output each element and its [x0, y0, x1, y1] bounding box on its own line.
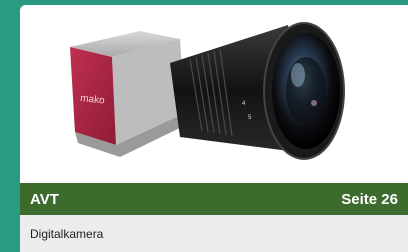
product-card[interactable]: mako 4 5 AVT Seite 26 Digitalkamera: [20, 5, 408, 252]
brand-label: AVT: [30, 190, 59, 208]
card-caption: Digitalkamera: [20, 215, 408, 252]
page-reference: Seite 26: [341, 190, 398, 208]
card-banner[interactable]: AVT Seite 26: [20, 183, 408, 215]
camera-photo[interactable]: mako 4 5: [20, 5, 408, 183]
